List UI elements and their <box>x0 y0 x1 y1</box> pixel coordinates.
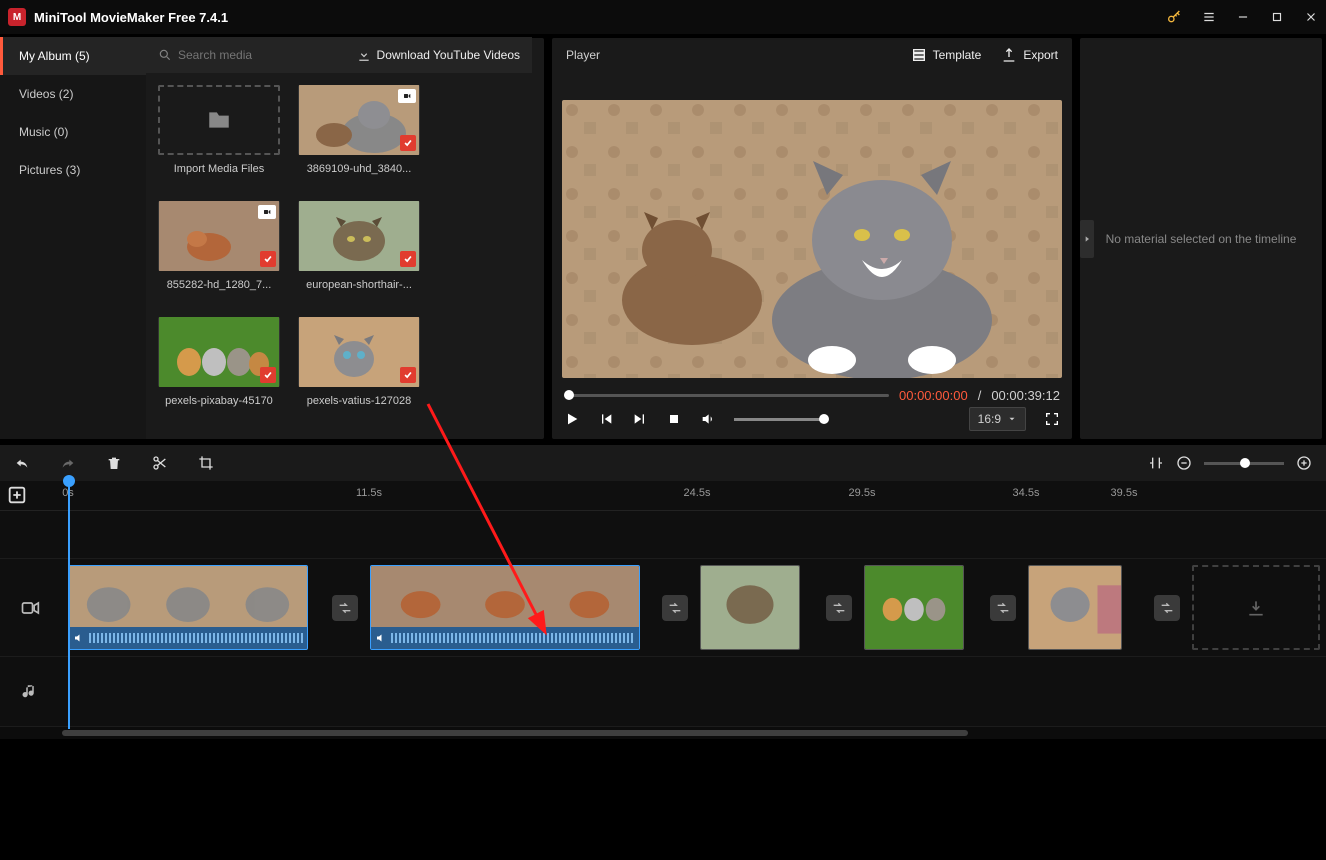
ruler-mark: 11.5s <box>356 487 382 499</box>
zoom-in-button[interactable] <box>1296 455 1312 471</box>
media-thumb[interactable]: european-shorthair-... <box>298 201 420 291</box>
video-track[interactable] <box>0 559 1326 657</box>
app-title: MiniTool MovieMaker Free 7.4.1 <box>34 10 228 25</box>
overlay-track[interactable] <box>0 511 1326 559</box>
media-sidebar: My Album (5) Videos (2) Music (0) Pictur… <box>0 37 146 439</box>
speaker-icon <box>375 632 387 644</box>
download-youtube-button[interactable]: Download YouTube Videos <box>357 48 520 62</box>
search-media[interactable] <box>158 48 349 62</box>
sidebar-item-videos[interactable]: Videos (2) <box>0 75 146 113</box>
fit-timeline-button[interactable] <box>1148 455 1164 471</box>
transition-slot[interactable] <box>332 595 358 621</box>
properties-panel: No material selected on the timeline <box>1080 38 1322 439</box>
timeline-clip[interactable] <box>1028 565 1122 650</box>
timeline-dropzone[interactable] <box>1192 565 1320 650</box>
transition-slot[interactable] <box>990 595 1016 621</box>
titlebar: M MiniTool MovieMaker Free 7.4.1 <box>0 0 1326 34</box>
transition-slot[interactable] <box>826 595 852 621</box>
ruler-mark: 39.5s <box>1111 487 1138 499</box>
delete-button[interactable] <box>106 455 122 471</box>
timeline: 0s 11.5s 24.5s 29.5s 34.5s 39.5s <box>0 481 1326 739</box>
timeline-clip[interactable] <box>370 565 640 650</box>
crop-button[interactable] <box>198 455 214 471</box>
search-icon <box>158 48 172 62</box>
timeline-clip[interactable] <box>700 565 800 650</box>
video-badge-icon <box>258 205 276 219</box>
zoom-slider[interactable] <box>1204 462 1284 465</box>
media-thumb[interactable]: 3869109-uhd_3840... <box>298 85 420 175</box>
sidebar-item-pictures[interactable]: Pictures (3) <box>0 151 146 189</box>
timeline-scrollbar[interactable] <box>0 727 1326 739</box>
panel-collapse-button[interactable] <box>1080 220 1094 258</box>
folder-icon <box>206 107 232 133</box>
volume-slider[interactable] <box>734 418 824 421</box>
maximize-button[interactable] <box>1270 10 1284 24</box>
checked-icon <box>260 251 276 267</box>
download-icon <box>1246 598 1266 618</box>
zoom-out-button[interactable] <box>1176 455 1192 471</box>
add-track-button[interactable] <box>6 484 28 506</box>
menu-icon[interactable] <box>1202 10 1216 24</box>
undo-button[interactable] <box>14 455 30 471</box>
search-input[interactable] <box>178 48 298 62</box>
ruler-mark: 34.5s <box>1013 487 1040 499</box>
key-icon[interactable] <box>1166 9 1182 25</box>
audio-track[interactable] <box>0 657 1326 727</box>
media-thumb[interactable]: 855282-hd_1280_7... <box>158 201 280 291</box>
import-media-button[interactable]: Import Media Files <box>158 85 280 175</box>
checked-icon <box>260 367 276 383</box>
video-badge-icon <box>398 89 416 103</box>
media-thumb[interactable]: pexels-vatius-127028 <box>298 317 420 407</box>
timeline-clip[interactable] <box>864 565 964 650</box>
timeline-toolbar <box>0 445 1326 481</box>
transition-slot[interactable] <box>1154 595 1180 621</box>
checked-icon <box>400 367 416 383</box>
download-label: Download YouTube Videos <box>377 48 520 62</box>
close-button[interactable] <box>1304 10 1318 24</box>
minimize-button[interactable] <box>1236 10 1250 24</box>
sidebar-item-my-album[interactable]: My Album (5) <box>0 37 146 75</box>
checked-icon <box>400 135 416 151</box>
split-button[interactable] <box>152 455 168 471</box>
ruler-mark: 24.5s <box>684 487 711 499</box>
properties-empty-text: No material selected on the timeline <box>1106 232 1297 246</box>
video-track-icon <box>20 598 40 618</box>
playhead[interactable] <box>68 481 70 729</box>
app-logo: M <box>8 8 26 26</box>
sidebar-item-music[interactable]: Music (0) <box>0 113 146 151</box>
media-browser: My Album (5) Videos (2) Music (0) Pictur… <box>0 37 532 439</box>
media-thumb[interactable]: pexels-pixabay-45170 <box>158 317 280 407</box>
ruler-mark: 29.5s <box>849 487 876 499</box>
speaker-icon <box>73 632 85 644</box>
progress-bar[interactable] <box>564 394 889 397</box>
checked-icon <box>400 251 416 267</box>
timeline-ruler[interactable]: 0s 11.5s 24.5s 29.5s 34.5s 39.5s <box>0 481 1326 511</box>
music-track-icon <box>21 683 39 701</box>
timeline-clip[interactable] <box>68 565 308 650</box>
redo-button[interactable] <box>60 455 76 471</box>
transition-slot[interactable] <box>662 595 688 621</box>
